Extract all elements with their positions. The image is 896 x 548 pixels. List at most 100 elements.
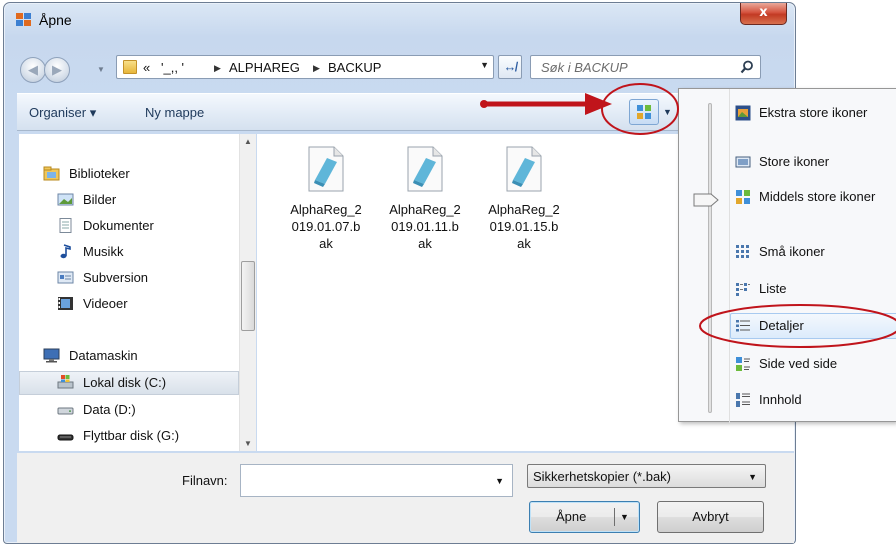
file-name: AlphaReg_2 019.01.15.b ak [488, 202, 560, 251]
videos-icon [58, 297, 73, 310]
menu-item-label: Detaljer [759, 318, 804, 333]
nav-label: Bilder [83, 192, 117, 207]
nav-computer[interactable]: Datamaskin [19, 344, 239, 368]
nav-label: Dokumenter [83, 218, 154, 233]
back-arrow-icon: ◀ [28, 62, 38, 77]
view-large-icons[interactable]: Store ikoner [735, 150, 896, 174]
menu-divider [729, 89, 730, 423]
backup-file-icon [308, 146, 344, 192]
menu-item-label: Middels store ikoner [759, 189, 876, 204]
application-icon [16, 13, 31, 26]
scroll-up-icon[interactable]: ▲ [244, 137, 252, 146]
nav-label: Subversion [83, 270, 149, 285]
filename-label: Filnavn: [182, 473, 228, 488]
forward-arrow-icon: ▶ [52, 62, 62, 77]
nav-library-subversion[interactable]: Subversion [19, 266, 239, 290]
address-crumb-hidden[interactable]: '_,, ' [161, 60, 184, 75]
view-icon [637, 105, 651, 119]
address-dropdown-icon[interactable]: ▼ [480, 60, 489, 70]
back-button[interactable]: ◀ [20, 57, 46, 83]
file-item[interactable]: AlphaReg_2 019.01.15.b ak [479, 146, 569, 252]
menu-item-label: Side ved side [759, 356, 838, 371]
split-divider [614, 508, 615, 526]
refresh-button[interactable]: ↮ [498, 55, 522, 79]
nav-libraries[interactable]: Biblioteker [19, 162, 239, 186]
filename-dropdown-icon[interactable]: ▼ [495, 476, 504, 486]
navigation-scrollbar[interactable]: ▲ ▼ [239, 134, 256, 451]
music-icon [60, 244, 71, 259]
recent-locations-dropdown[interactable]: ▼ [97, 65, 107, 75]
view-list[interactable]: Liste [735, 277, 896, 301]
menu-item-label: Liste [759, 281, 787, 296]
view-small-icons[interactable]: Små ikoner [735, 240, 896, 264]
documents-icon [59, 218, 72, 233]
computer-icon [43, 348, 60, 363]
scroll-down-icon[interactable]: ▼ [244, 439, 252, 448]
nav-library-videos[interactable]: Videoer [19, 292, 239, 316]
breadcrumb-separator[interactable]: ▶ [214, 63, 221, 74]
open-options-arrow-icon[interactable]: ▼ [620, 502, 629, 532]
open-button-label: Åpne [556, 509, 587, 524]
breadcrumb-backup[interactable]: BACKUP [328, 60, 381, 75]
menu-item-label: Innhold [759, 392, 802, 407]
nav-label: Lokal disk (C:) [83, 375, 167, 390]
list-view-icon [736, 283, 750, 296]
scrollbar-thumb[interactable] [241, 261, 255, 331]
nav-drive-c[interactable]: Lokal disk (C:) [19, 371, 239, 395]
removable-drive-icon [57, 434, 74, 441]
nav-library-music[interactable]: Musikk [19, 240, 239, 264]
search-icon[interactable] [740, 60, 754, 74]
menu-item-label: Små ikoner [759, 244, 825, 259]
open-button[interactable]: Åpne ▼ [529, 501, 640, 533]
nav-label: Videoer [83, 296, 128, 311]
large-icons-icon [735, 156, 751, 168]
view-details[interactable]: Detaljer [730, 313, 896, 339]
file-type-filter[interactable]: Sikkerhetskopier (*.bak) ▼ [527, 464, 766, 488]
file-item[interactable]: AlphaReg_2 019.01.11.b ak [380, 146, 470, 252]
nav-label: Data (D:) [83, 402, 136, 417]
file-item[interactable]: AlphaReg_2 019.01.07.b ak [281, 146, 371, 252]
nav-library-pictures[interactable]: Bilder [19, 188, 239, 212]
slider-thumb[interactable] [693, 193, 719, 207]
system-drive-icon [57, 375, 74, 389]
nav-drive-d[interactable]: Data (D:) [19, 398, 239, 422]
menu-item-label: Ekstra store ikoner [759, 105, 868, 120]
chevron-down-icon: ▼ [748, 472, 757, 482]
menu-item-label: Store ikoner [759, 154, 830, 169]
view-dropdown-arrow[interactable]: ▼ [663, 107, 672, 117]
nav-drive-g[interactable]: Flyttbar disk (G:) [19, 424, 239, 448]
nav-label: Biblioteker [69, 166, 130, 181]
search-box[interactable]: Søk i BACKUP [530, 55, 761, 79]
libraries-icon [43, 166, 60, 181]
file-name: AlphaReg_2 019.01.07.b ak [290, 202, 362, 251]
nav-label: Flyttbar disk (G:) [83, 428, 180, 443]
forward-button[interactable]: ▶ [44, 57, 70, 83]
file-name: AlphaReg_2 019.01.11.b ak [389, 202, 461, 251]
refresh-icon: ↮ [503, 59, 517, 74]
window-title: Åpne [39, 12, 72, 28]
change-view-button[interactable] [629, 99, 659, 125]
subversion-icon [57, 271, 74, 284]
view-content[interactable]: Innhold [735, 388, 896, 412]
organize-menu-button[interactable]: Organiser ▾ [29, 105, 96, 121]
nav-label: Musikk [83, 244, 124, 259]
new-folder-button[interactable]: Ny mappe [145, 105, 204, 120]
nav-library-documents[interactable]: Dokumenter [19, 214, 239, 238]
view-medium-icons[interactable]: Middels store ikoner [735, 185, 896, 209]
view-tiles[interactable]: Side ved side [735, 352, 896, 376]
dialog-footer: Filnavn: ▼ Sikkerhetskopier (*.bak) ▼ Åp… [17, 453, 794, 543]
view-size-slider[interactable] [708, 103, 712, 413]
address-bar[interactable]: « '_,, ' ▶ ALPHAREG ▶ BACKUP ▼ [116, 55, 494, 79]
breadcrumb-alphareg[interactable]: ALPHAREG [229, 60, 300, 75]
view-options-menu: Ekstra store ikoner Store ikoner Middels… [678, 88, 896, 423]
view-extra-large-icons[interactable]: Ekstra store ikoner [735, 101, 896, 125]
search-input[interactable]: Søk i BACKUP [541, 60, 628, 75]
address-overflow[interactable]: « [143, 60, 150, 75]
navigation-pane: Biblioteker Bilder Dokumenter Musikk Sub… [19, 134, 239, 451]
close-button[interactable]: x [740, 3, 787, 25]
breadcrumb-separator[interactable]: ▶ [313, 63, 320, 74]
filename-input[interactable]: ▼ [240, 464, 513, 497]
cancel-button[interactable]: Avbryt [657, 501, 764, 533]
tiles-view-icon [736, 357, 750, 371]
file-type-value: Sikkerhetskopier (*.bak) [533, 469, 671, 484]
